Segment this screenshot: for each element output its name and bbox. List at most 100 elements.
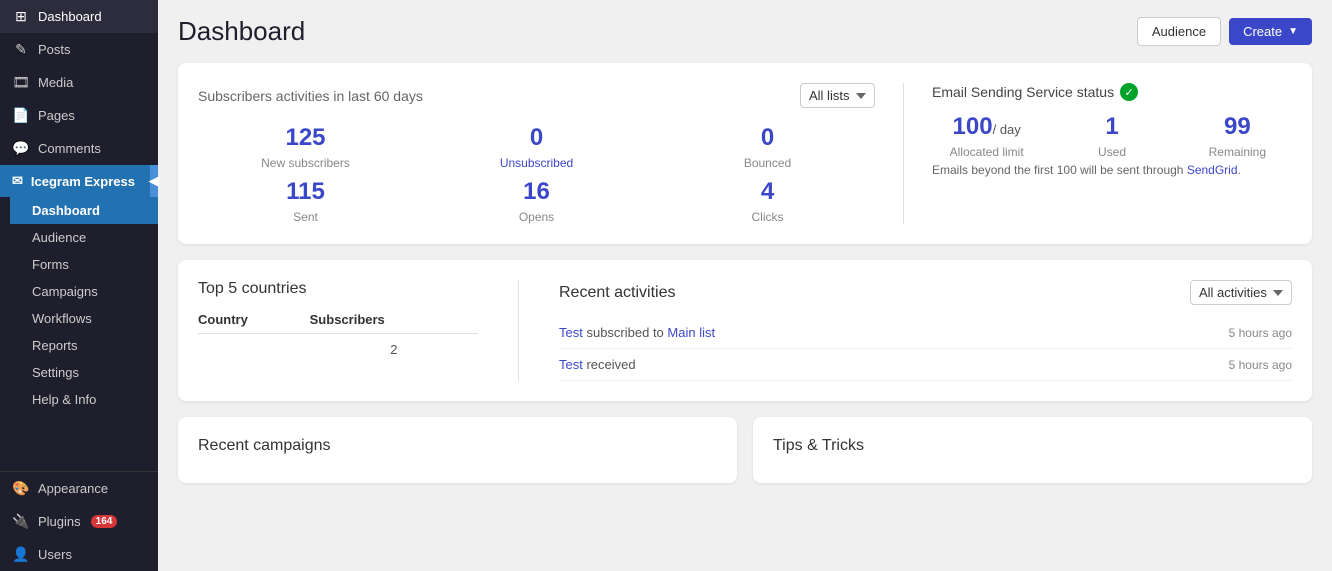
page-title: Dashboard <box>178 16 305 47</box>
countries-activities-card: Top 5 countries Country Subscribers 2 <box>178 260 1312 401</box>
all-lists-dropdown[interactable]: All lists <box>800 83 875 108</box>
country-name <box>198 334 310 366</box>
sidebar-label-posts: Posts <box>38 42 71 57</box>
sidebar: ⊞ Dashboard ✎ Posts 🎞 Media 📄 Pages 💬 Co… <box>0 0 158 571</box>
activities-header: Recent activities All activities <box>559 280 1292 305</box>
recent-campaigns-title: Recent campaigns <box>198 437 717 455</box>
sidebar-label-media: Media <box>38 75 73 90</box>
stat-unsubscribed: 0 Unsubscribed <box>429 124 644 170</box>
sidebar-label-appearance: Appearance <box>38 481 108 496</box>
activities-title: Recent activities <box>559 284 676 302</box>
sidebar-label-campaigns: Campaigns <box>32 284 98 299</box>
create-chevron-icon: ▼ <box>1288 26 1298 37</box>
stat-new-subscribers: 125 New subscribers <box>198 124 413 170</box>
comments-icon: 💬 <box>12 140 30 157</box>
activity-item-2: Test received 5 hours ago <box>559 349 1292 381</box>
activity-text-2: Test received <box>559 357 636 372</box>
stat-label-bounced: Bounced <box>660 156 875 170</box>
plugins-badge: 164 <box>91 515 118 528</box>
sidebar-item-appearance[interactable]: 🎨 Appearance <box>0 472 158 505</box>
activity-link1-1[interactable]: Test <box>559 325 583 340</box>
sidebar-item-comments[interactable]: 💬 Comments <box>0 132 158 165</box>
email-service-header: Email Sending Service status ✓ <box>932 83 1292 101</box>
stat-opens: 16 Opens <box>429 178 644 224</box>
all-activities-dropdown[interactable]: All activities <box>1190 280 1292 305</box>
activity-middle-2: received <box>586 357 635 372</box>
sidebar-item-help[interactable]: Help & Info <box>10 386 158 413</box>
sidebar-item-media[interactable]: 🎞 Media <box>0 66 158 99</box>
stat-clicks: 4 Clicks <box>660 178 875 224</box>
stat-value-new-subscribers: 125 <box>198 124 413 152</box>
stat-label-new-subscribers: New subscribers <box>198 156 413 170</box>
col-subscribers: Subscribers <box>310 306 478 334</box>
stat-bounced: 0 Bounced <box>660 124 875 170</box>
countries-section: Top 5 countries Country Subscribers 2 <box>198 280 478 381</box>
subscribers-card-title: Subscribers activities in last 60 days <box>198 88 423 104</box>
sidebar-icegram-express[interactable]: ✉ Icegram Express ◀ <box>0 165 158 197</box>
sidebar-item-workflows[interactable]: Workflows <box>10 305 158 332</box>
sidebar-label-dashboard: Dashboard <box>38 9 102 24</box>
activities-section: Recent activities All activities Test su… <box>559 280 1292 381</box>
activity-item-1: Test subscribed to Main list 5 hours ago <box>559 317 1292 349</box>
stat-label-unsubscribed: Unsubscribed <box>429 156 644 170</box>
stat-value-allocated: 100/ day <box>932 113 1041 141</box>
tips-title: Tips & Tricks <box>773 437 1292 455</box>
email-service-title: Email Sending Service status <box>932 84 1114 100</box>
sidebar-label-pages: Pages <box>38 108 75 123</box>
activity-link2-1[interactable]: Main list <box>667 325 715 340</box>
stat-label-allocated: Allocated limit <box>932 145 1041 159</box>
activity-time-1: 5 hours ago <box>1229 326 1292 340</box>
countries-title: Top 5 countries <box>198 280 478 298</box>
subscribers-card-header: Subscribers activities in last 60 days A… <box>198 83 875 108</box>
bottom-cards-row: Recent campaigns Tips & Tricks <box>178 417 1312 499</box>
activity-text-1: Test subscribed to Main list <box>559 325 715 340</box>
dashboard-icon: ⊞ <box>12 8 30 25</box>
media-icon: 🎞 <box>12 74 30 91</box>
stat-value-remaining: 99 <box>1183 113 1292 141</box>
stat-allocated: 100/ day Allocated limit <box>932 113 1041 159</box>
header-actions: Audience Create ▼ <box>1137 17 1312 46</box>
sidebar-label-comments: Comments <box>38 141 101 156</box>
stat-value-used: 1 <box>1057 113 1166 141</box>
sendgrid-link[interactable]: SendGrid <box>1187 163 1238 177</box>
sidebar-bottom: 🎨 Appearance 🔌 Plugins 164 👤 Users <box>0 471 158 571</box>
sidebar-label-settings: Settings <box>32 365 79 380</box>
sidebar-item-forms[interactable]: Forms <box>10 251 158 278</box>
email-note: Emails beyond the first 100 will be sent… <box>932 163 1292 177</box>
sidebar-icegram-label: Icegram Express <box>31 174 135 189</box>
sidebar-item-campaigns[interactable]: Campaigns <box>10 278 158 305</box>
sidebar-item-users[interactable]: 👤 Users <box>0 538 158 571</box>
activity-middle-1: subscribed to <box>586 325 667 340</box>
sidebar-item-posts[interactable]: ✎ Posts <box>0 33 158 66</box>
pages-icon: 📄 <box>12 107 30 124</box>
sidebar-label-forms: Forms <box>32 257 69 272</box>
stat-value-opens: 16 <box>429 178 644 206</box>
card-divider <box>903 83 904 224</box>
stat-sent: 115 Sent <box>198 178 413 224</box>
stat-label-sent: Sent <box>198 210 413 224</box>
appearance-icon: 🎨 <box>12 480 30 497</box>
stat-label-opens: Opens <box>429 210 644 224</box>
sidebar-label-ig-dashboard: Dashboard <box>32 203 100 218</box>
sidebar-item-reports[interactable]: Reports <box>10 332 158 359</box>
create-button[interactable]: Create ▼ <box>1229 18 1312 45</box>
stat-value-unsubscribed: 0 <box>429 124 644 152</box>
audience-button[interactable]: Audience <box>1137 17 1221 46</box>
sidebar-label-workflows: Workflows <box>32 311 92 326</box>
stat-remaining: 99 Remaining <box>1183 113 1292 159</box>
sidebar-item-ig-dashboard[interactable]: Dashboard <box>10 197 158 224</box>
per-day-label: / day <box>993 122 1021 137</box>
sidebar-item-dashboard[interactable]: ⊞ Dashboard <box>0 0 158 33</box>
email-note-suffix: . <box>1238 163 1241 177</box>
sidebar-label-help: Help & Info <box>32 392 96 407</box>
activity-link1-2[interactable]: Test <box>559 357 583 372</box>
sidebar-item-plugins[interactable]: 🔌 Plugins 164 <box>0 505 158 538</box>
email-service-section: Email Sending Service status ✓ 100/ day … <box>912 83 1292 224</box>
sidebar-item-audience[interactable]: Audience <box>10 224 158 251</box>
country-subscribers: 2 <box>310 334 478 366</box>
sidebar-item-settings[interactable]: Settings <box>10 359 158 386</box>
stat-value-bounced: 0 <box>660 124 875 152</box>
subscribers-stats-grid: 125 New subscribers 0 Unsubscribed 0 Bou… <box>198 124 875 224</box>
sidebar-item-pages[interactable]: 📄 Pages <box>0 99 158 132</box>
email-note-prefix: Emails beyond the first 100 will be sent… <box>932 163 1187 177</box>
